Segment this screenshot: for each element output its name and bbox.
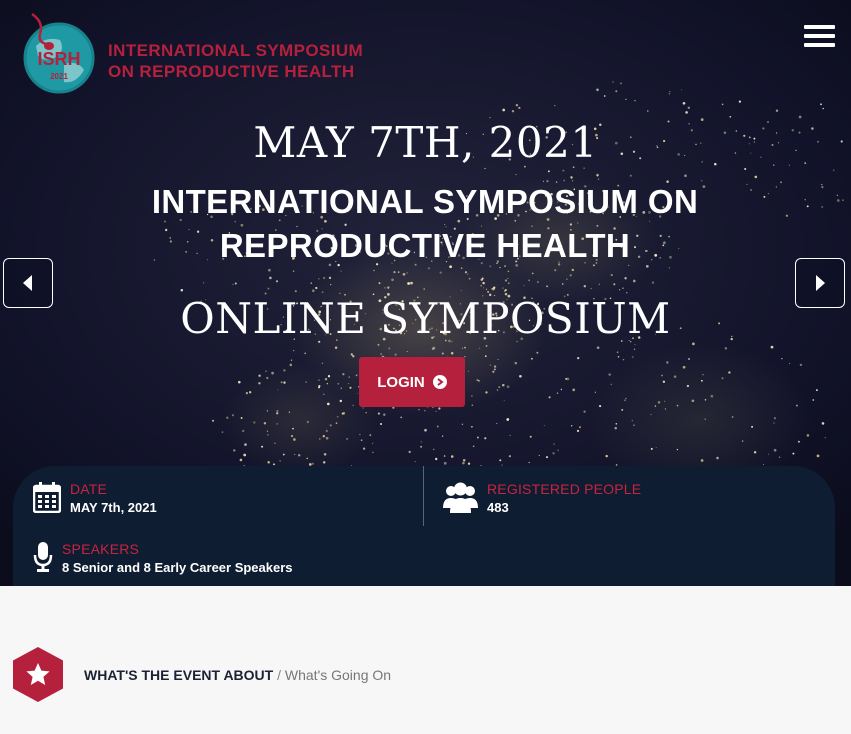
microphone-icon xyxy=(33,542,53,572)
section-heading-separator: / xyxy=(277,667,281,683)
org-name-line1: INTERNATIONAL SYMPOSIUM xyxy=(108,41,364,60)
hamburger-menu-icon[interactable] xyxy=(804,25,835,47)
info-date: DATE MAY 7th, 2021 xyxy=(33,481,157,515)
info-divider xyxy=(423,466,424,526)
speakers-value: 8 Senior and 8 Early Career Speakers xyxy=(62,560,293,575)
svg-text:2021: 2021 xyxy=(50,72,68,81)
section-heading-title: WHAT'S THE EVENT ABOUT xyxy=(84,667,274,683)
organization-name: INTERNATIONAL SYMPOSIUM ON REPRODUCTIVE … xyxy=(108,40,363,82)
hero-banner: ISRH 2021 INTERNATIONAL SYMPOSIUM ON REP… xyxy=(0,0,851,586)
hero-title-line2: REPRODUCTIVE HEALTH xyxy=(219,227,631,264)
caret-right-icon xyxy=(816,275,825,291)
registered-label: REGISTERED PEOPLE xyxy=(487,481,642,497)
info-registered-people: REGISTERED PEOPLE 483 xyxy=(443,481,641,515)
info-speakers: SPEAKERS 8 Senior and 8 Early Career Spe… xyxy=(33,541,293,575)
svg-text:ISRH: ISRH xyxy=(37,49,80,69)
login-button-label: LOGIN xyxy=(377,373,425,391)
login-button[interactable]: LOGIN xyxy=(359,357,465,407)
hero-subtitle: ONLINE SYMPOSIUM xyxy=(180,294,671,343)
next-slide-button[interactable] xyxy=(795,258,845,308)
previous-slide-button[interactable] xyxy=(3,258,53,308)
registered-value: 483 xyxy=(487,500,509,515)
calendar-icon xyxy=(33,482,61,513)
caret-left-icon xyxy=(23,275,32,291)
arrow-circle-right-icon xyxy=(432,375,447,389)
org-name-line2: ON REPRODUCTIVE HEALTH xyxy=(108,62,355,81)
isrh-logo: ISRH 2021 xyxy=(23,12,95,94)
section-heading-subtitle: What's Going On xyxy=(284,667,392,683)
section-heading: WHAT'S THE EVENT ABOUT / What's Going On xyxy=(84,667,391,683)
users-icon xyxy=(443,482,478,513)
date-value: MAY 7th, 2021 xyxy=(70,500,157,515)
star-icon xyxy=(13,647,63,702)
date-label: DATE xyxy=(70,481,108,497)
hero-title-line1: INTERNATIONAL SYMPOSIUM ON xyxy=(151,183,699,220)
hero-title: INTERNATIONAL SYMPOSIUM ON REPRODUCTIVE … xyxy=(110,180,740,268)
hero-date: MAY 7TH, 2021 xyxy=(253,118,598,167)
speakers-label: SPEAKERS xyxy=(62,541,140,557)
